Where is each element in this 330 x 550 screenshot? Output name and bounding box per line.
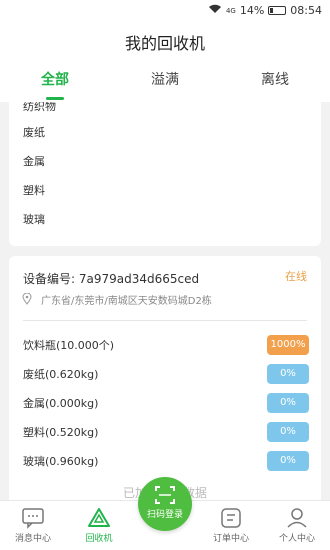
- recycle-icon: [87, 507, 111, 529]
- list-item: 塑料: [23, 184, 45, 197]
- device-id: 设备编号: 7a979ad34d665ced: [23, 272, 200, 286]
- order-icon: [219, 507, 243, 529]
- fill-badge: 0%: [267, 451, 309, 471]
- network-label: 4G: [225, 6, 236, 15]
- item-name: 饮料瓶(10.000个): [23, 339, 115, 352]
- item-name: 金属(0.000kg): [23, 397, 99, 410]
- scan-login-button[interactable]: 扫码登录: [138, 477, 192, 531]
- list-item: 纺织物: [23, 102, 56, 113]
- item-name: 废纸(0.620kg): [23, 368, 99, 381]
- list-item: 废纸(0.620kg) 0%: [9, 360, 321, 389]
- message-icon: [21, 507, 45, 529]
- device-card-previous[interactable]: 纺织物 废纸 金属 塑料 玻璃: [9, 102, 321, 246]
- page-title: 我的回收机: [124, 34, 205, 53]
- battery-text: 14%: [239, 4, 265, 17]
- tab-offline[interactable]: 离线: [220, 62, 330, 102]
- nav-label: 回收机: [85, 534, 113, 544]
- tab-label: 溢满: [151, 72, 179, 88]
- list-item: 玻璃: [23, 213, 45, 226]
- nav-label: 订单中心: [212, 534, 249, 544]
- device-address: 广东省/东莞市/南城区天安数码城D2栋: [9, 286, 321, 316]
- tab-label: 离线: [261, 72, 289, 88]
- status-badge: 在线: [285, 270, 307, 283]
- location-icon: [22, 292, 32, 308]
- nav-label: 个人中心: [278, 534, 315, 544]
- list-item: 废纸: [23, 126, 45, 139]
- page-header: 我的回收机: [0, 22, 330, 62]
- nav-item-recycler[interactable]: 回收机: [66, 501, 132, 550]
- fill-badge: 0%: [267, 422, 309, 442]
- active-tab-indicator: [46, 97, 64, 100]
- list-item: 玻璃(0.960kg) 0%: [9, 447, 321, 476]
- fill-badge: 0%: [267, 393, 309, 413]
- fill-badge: 1000%: [267, 335, 309, 355]
- nav-item-profile[interactable]: 个人中心: [264, 501, 330, 550]
- scan-label: 扫码登录: [146, 510, 183, 520]
- fill-badge: 0%: [267, 364, 309, 384]
- device-card[interactable]: 设备编号: 7a979ad34d665ced 在线 广东省/东莞市/南城区天安数…: [9, 256, 321, 500]
- address-text: 广东省/东莞市/南城区天安数码城D2栋: [41, 296, 212, 307]
- list-item: 塑料(0.520kg) 0%: [9, 418, 321, 447]
- tab-full[interactable]: 溢满: [110, 62, 220, 102]
- item-name: 塑料(0.520kg): [23, 426, 99, 439]
- nav-item-messages[interactable]: 消息中心: [0, 501, 66, 550]
- person-icon: [285, 507, 309, 529]
- filter-tabs: 全部 溢满 离线: [0, 62, 330, 102]
- battery-icon: [268, 6, 287, 15]
- scan-icon: [154, 485, 176, 505]
- tab-label: 全部: [41, 72, 69, 88]
- nav-label: 消息中心: [14, 534, 51, 544]
- list-item: 金属: [23, 155, 45, 168]
- list-item: 金属(0.000kg) 0%: [9, 389, 321, 418]
- tab-all[interactable]: 全部: [0, 62, 110, 102]
- nav-item-orders[interactable]: 订单中心: [198, 501, 264, 550]
- list-item: 饮料瓶(10.000个) 1000%: [9, 331, 321, 360]
- device-list[interactable]: 纺织物 废纸 金属 塑料 玻璃 设备编号: 7a979ad34d665ced 在…: [0, 102, 330, 500]
- item-name: 玻璃(0.960kg): [23, 455, 99, 468]
- status-bar: 4G 14% 08:54: [0, 0, 330, 22]
- wifi-icon: [208, 4, 222, 17]
- clock: 08:54: [290, 4, 322, 17]
